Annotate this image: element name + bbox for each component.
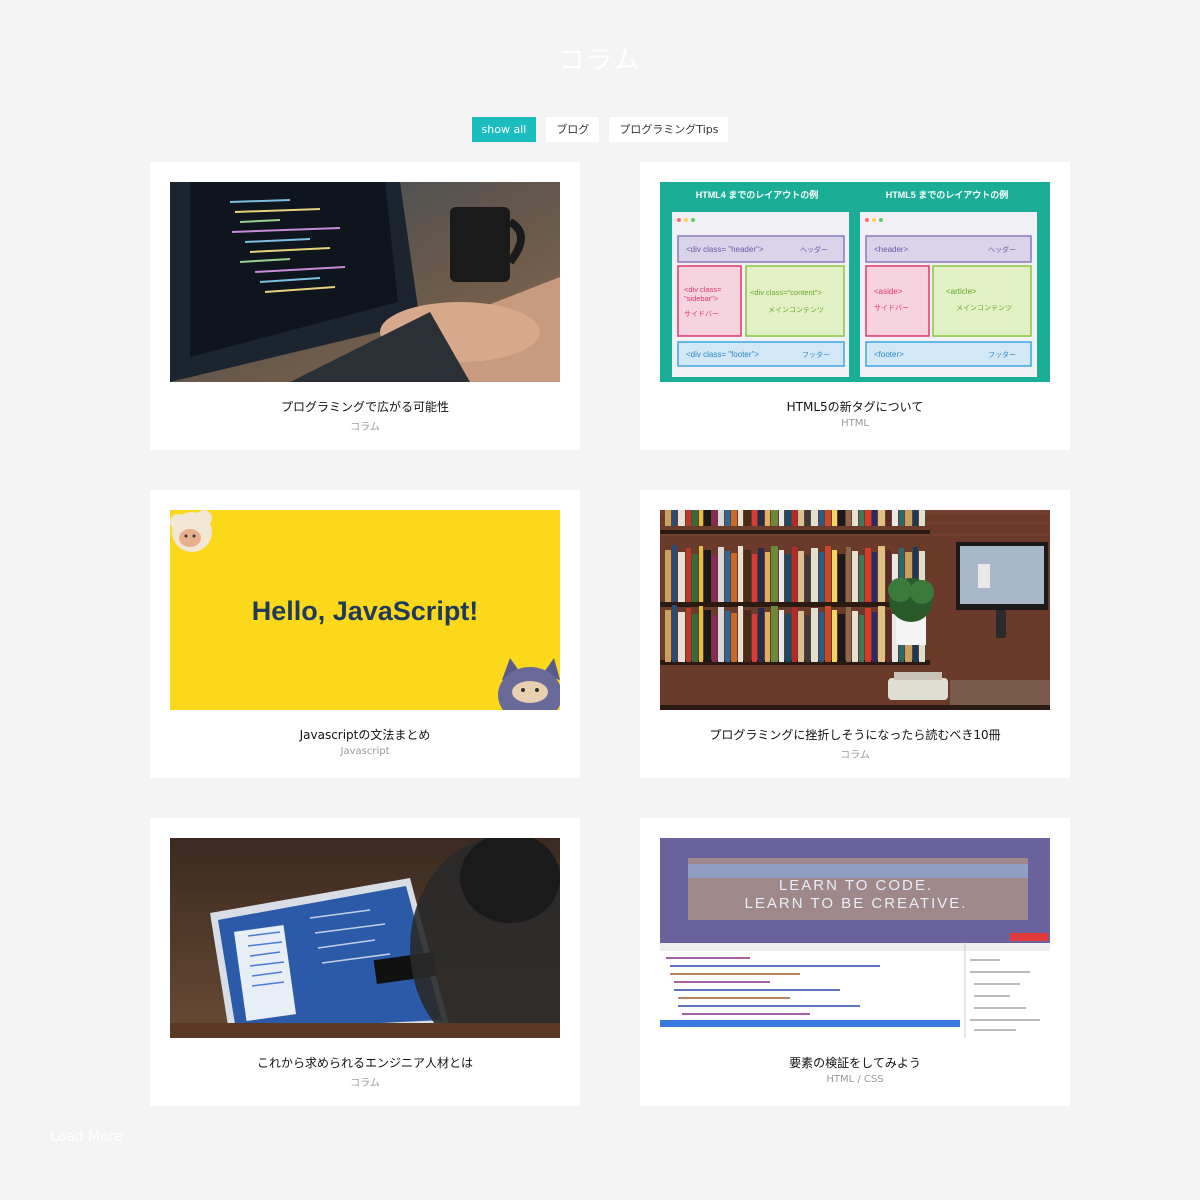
page-title: コラム (558, 46, 642, 76)
left-footer-tag: <div class= "footer"> (686, 350, 759, 359)
article-thumbnail-hello-javascript[interactable]: Hello, JavaScript! (170, 510, 560, 710)
left-sidebar-note: サイドバー (684, 310, 719, 318)
article-category: コラム (840, 750, 870, 761)
learn-to-code-text: LEARN TO CODE. (779, 877, 933, 894)
filter-bar: show all ブログ プログラミングTips (0, 117, 1200, 142)
right-footer-tag: <footer> (874, 350, 904, 359)
load-more-button[interactable]: Load More (50, 1129, 123, 1145)
article-card[interactable]: プログラミングで広がる可能性 コラム (150, 162, 580, 450)
left-header-note: ヘッダー (800, 245, 828, 254)
article-card[interactable]: Hello, JavaScript! Javascriptの文法まとめ Java… (150, 490, 580, 778)
article-title[interactable]: これから求められるエンジニア人材とは (170, 1054, 560, 1071)
left-sidebar-line2: "sidebar"> (684, 294, 719, 303)
article-card[interactable]: LEARN TO CODE. LEARN TO BE CREATIVE. 要素の… (640, 818, 1070, 1106)
right-header-tag: <header> (874, 245, 909, 254)
left-footer-note: フッター (802, 350, 830, 359)
right-article-note: メインコンテンツ (956, 304, 1012, 312)
article-card[interactable]: プログラミングに挫折しそうになったら読むべき10冊 コラム (640, 490, 1070, 778)
left-heading: HTML4 までのレイアウトの例 (696, 189, 819, 200)
article-thumbnail-html5-layout[interactable]: HTML4 までのレイアウトの例 HTML5 までのレイアウトの例 <div c… (660, 182, 1050, 382)
learn-to-be-creative-text: LEARN TO BE CREATIVE. (745, 895, 968, 912)
hello-javascript-text: Hello, JavaScript! (252, 596, 479, 626)
filter-programming-tips-button[interactable]: プログラミングTips (609, 117, 729, 142)
right-aside-note: サイドバー (874, 304, 909, 312)
article-category: コラム (350, 422, 380, 433)
article-category: コラム (350, 1078, 380, 1089)
filter-blog-button[interactable]: ブログ (546, 117, 600, 142)
article-title[interactable]: プログラミングで広がる可能性 (170, 398, 560, 415)
article-thumbnail-bookshelf[interactable] (660, 510, 1050, 710)
left-content-tag: <div class="content"> (750, 288, 822, 297)
article-thumbnail-laptop-code[interactable] (170, 182, 560, 382)
article-thumbnail-engineer-laptop[interactable] (170, 838, 560, 1038)
right-heading: HTML5 までのレイアウトの例 (886, 189, 1009, 200)
left-sidebar-line1: <div class= (684, 285, 722, 294)
article-title[interactable]: プログラミングに挫折しそうになったら読むべき10冊 (660, 726, 1050, 743)
article-category: HTML (841, 418, 869, 429)
article-title[interactable]: Javascriptの文法まとめ (170, 726, 560, 743)
left-content-note: メインコンテンツ (768, 306, 824, 314)
article-title[interactable]: HTML5の新タグについて (660, 398, 1050, 415)
right-aside-tag: <aside> (874, 287, 903, 296)
article-category: HTML / CSS (826, 1074, 884, 1085)
article-card[interactable]: これから求められるエンジニア人材とは コラム (150, 818, 580, 1106)
article-card[interactable]: HTML4 までのレイアウトの例 HTML5 までのレイアウトの例 <div c… (640, 162, 1070, 450)
article-thumbnail-devtools[interactable]: LEARN TO CODE. LEARN TO BE CREATIVE. (660, 838, 1050, 1038)
article-category: Javascript (340, 746, 390, 757)
right-header-note: ヘッダー (988, 245, 1016, 254)
right-footer-note: フッター (988, 350, 1016, 359)
filter-show-all-button[interactable]: show all (471, 117, 537, 142)
article-grid: プログラミングで広がる可能性 コラム HTML4 までのレイアウトの例 HTML… (150, 162, 1070, 1106)
article-title[interactable]: 要素の検証をしてみよう (660, 1054, 1050, 1071)
right-article-tag: <article> (946, 287, 977, 296)
left-header-tag: <div class= "header"> (686, 245, 764, 254)
